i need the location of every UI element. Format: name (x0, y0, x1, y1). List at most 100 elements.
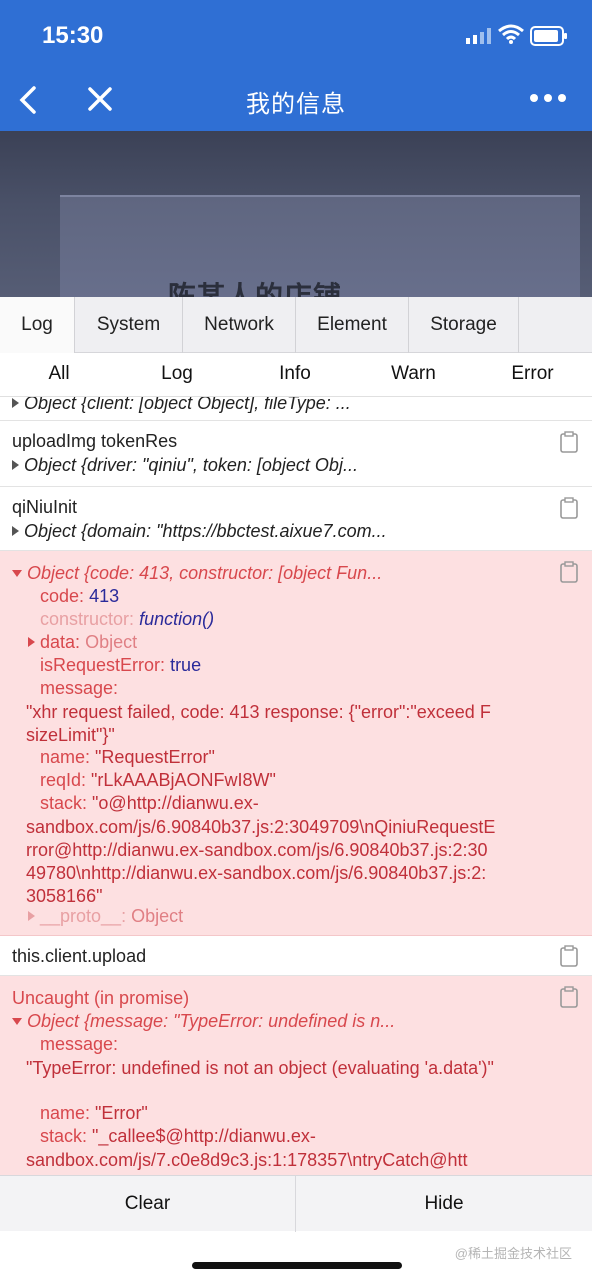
prop-key: __proto__ (40, 906, 122, 926)
prop-value: Object (131, 906, 184, 926)
tab-system[interactable]: System (75, 297, 183, 353)
object-summary[interactable]: Object {client: [object Object], fileTyp… (12, 397, 351, 414)
home-indicator[interactable] (192, 1262, 402, 1269)
prop-isrequesterror: isRequestError: true (40, 655, 202, 675)
filter-log[interactable]: Log (118, 353, 236, 397)
prop-value: true (170, 655, 202, 675)
tab-storage[interactable]: Storage (409, 297, 519, 353)
expand-icon (12, 526, 19, 537)
prop-key: stack (40, 1126, 83, 1146)
prop-reqid: reqId: "rLkAAABjAONFwI8W" (40, 770, 276, 790)
prop-code: code: 413 (40, 586, 120, 606)
prop-name: name: "RequestError" (40, 747, 215, 767)
log-list[interactable]: Object {client: [object Object], fileTyp… (0, 397, 592, 1175)
prop-key: name (40, 747, 86, 767)
copy-icon[interactable] (560, 945, 578, 967)
tab-element[interactable]: Element (296, 297, 409, 353)
filter-error[interactable]: Error (473, 353, 592, 397)
nav-bar: 我的信息 (0, 70, 592, 131)
expand-icon (12, 398, 19, 409)
prop-key: stack (40, 793, 83, 813)
tab-log[interactable]: Log (0, 297, 75, 353)
message-value: "TypeError: undefined is not an object (… (26, 1058, 494, 1078)
watermark: @稀土掘金技术社区 (454, 1246, 572, 1261)
prop-value: function() (139, 609, 215, 629)
copy-icon[interactable] (560, 497, 578, 519)
expand-icon (28, 911, 35, 922)
error-entry: Uncaught (in promise) Object {message: "… (0, 976, 592, 1175)
object-summary[interactable]: Object {driver: "qiniu", token: [object … (12, 455, 358, 476)
log-label: this.client.upload (12, 946, 147, 966)
expand-icon (12, 460, 19, 471)
more-icon[interactable] (528, 90, 568, 106)
prop-key: message (40, 678, 114, 698)
object-text: Object {code: 413, constructor: [object … (27, 563, 383, 583)
copy-icon[interactable] (560, 986, 578, 1008)
error-title: Uncaught (in promise) (12, 988, 190, 1008)
prop-data[interactable]: data: Object (28, 632, 137, 653)
collapse-icon (12, 1017, 22, 1025)
prop-key: isRequestError (40, 655, 161, 675)
prop-value: "Error" (95, 1103, 148, 1123)
log-label: qiNiuInit (12, 497, 78, 517)
prop-key: data (40, 632, 76, 652)
top-bar: 15:30 我的信息 (0, 0, 592, 131)
filter-warn[interactable]: Warn (354, 353, 473, 397)
prop-value: 413 (89, 586, 120, 606)
log-label: uploadImg tokenRes (12, 431, 178, 451)
prop-name: name: "Error" (40, 1103, 148, 1123)
wifi-icon (498, 24, 524, 44)
cellular-signal-icon (466, 28, 491, 44)
object-text: Object {driver: "qiniu", token: [object … (24, 455, 358, 475)
battery-icon (530, 26, 567, 46)
prop-value: "RequestError" (95, 747, 215, 767)
log-filters: All Log Info Warn Error (0, 353, 592, 397)
prop-constructor: constructor: function() (40, 609, 215, 629)
debug-console: Log System Network Element Storage All L… (0, 297, 592, 1280)
tab-network[interactable]: Network (183, 297, 296, 353)
prop-key: reqId (40, 770, 82, 790)
prop-value: Object (85, 632, 138, 652)
log-entry: Object {client: [object Object], fileTyp… (0, 397, 592, 421)
filter-info[interactable]: Info (236, 353, 354, 397)
object-text: Object {domain: "https://bbctest.aixue7.… (24, 521, 387, 541)
expand-icon (28, 637, 35, 648)
prop-stack: stack: "_callee$@http://dianwu.ex- (40, 1126, 316, 1146)
console-footer: Clear Hide (0, 1175, 592, 1232)
hide-button[interactable]: Hide (296, 1176, 592, 1232)
prop-message: message: (40, 1034, 119, 1054)
page-banner: 陈某人的店铺 (0, 131, 592, 297)
prop-value: "o@http://dianwu.ex- (92, 793, 259, 813)
collapse-icon (12, 569, 22, 577)
object-summary[interactable]: Object {message: "TypeError: undefined i… (12, 1011, 395, 1032)
object-text: Object {message: "TypeError: undefined i… (27, 1011, 396, 1031)
prop-message: message: (40, 678, 119, 698)
prop-key: constructor (40, 609, 130, 629)
copy-icon[interactable] (560, 431, 578, 453)
status-bar: 15:30 (0, 0, 592, 70)
copy-icon[interactable] (560, 561, 578, 583)
prop-value: "_callee$@http://dianwu.ex- (92, 1126, 316, 1146)
object-summary[interactable]: Object {code: 413, constructor: [object … (12, 563, 382, 584)
clear-button[interactable]: Clear (0, 1176, 296, 1232)
message-value: "xhr request failed, code: 413 response:… (26, 702, 491, 745)
page-title: 我的信息 (246, 91, 346, 118)
log-entry: uploadImg tokenRes Object {driver: "qini… (0, 421, 592, 487)
prop-key: message (40, 1034, 114, 1054)
prop-value: "rLkAAABjAONFwI8W" (91, 770, 276, 790)
stack-value: sandbox.com/js/6.90840b37.js:2:3049709\n… (26, 817, 496, 906)
error-entry: Object {code: 413, constructor: [object … (0, 551, 592, 936)
prop-key: name (40, 1103, 86, 1123)
log-entry: this.client.upload (0, 936, 592, 976)
log-entry: qiNiuInit Object {domain: "https://bbcte… (0, 487, 592, 551)
filter-all[interactable]: All (0, 353, 118, 397)
stack-value: sandbox.com/js/7.c0e8d9c3.js:1:178357\nt… (26, 1150, 468, 1170)
object-summary[interactable]: Object {domain: "https://bbctest.aixue7.… (12, 521, 387, 542)
console-tabs: Log System Network Element Storage (0, 297, 592, 353)
prop-stack: stack: "o@http://dianwu.ex- (40, 793, 259, 813)
prop-key: code (40, 586, 80, 606)
status-time: 15:30 (42, 22, 104, 49)
shop-name: 陈某人的店铺 (168, 281, 343, 297)
object-text: Object {client: [object Object], fileTyp… (24, 397, 351, 413)
prop-proto[interactable]: __proto__: Object (28, 906, 183, 927)
